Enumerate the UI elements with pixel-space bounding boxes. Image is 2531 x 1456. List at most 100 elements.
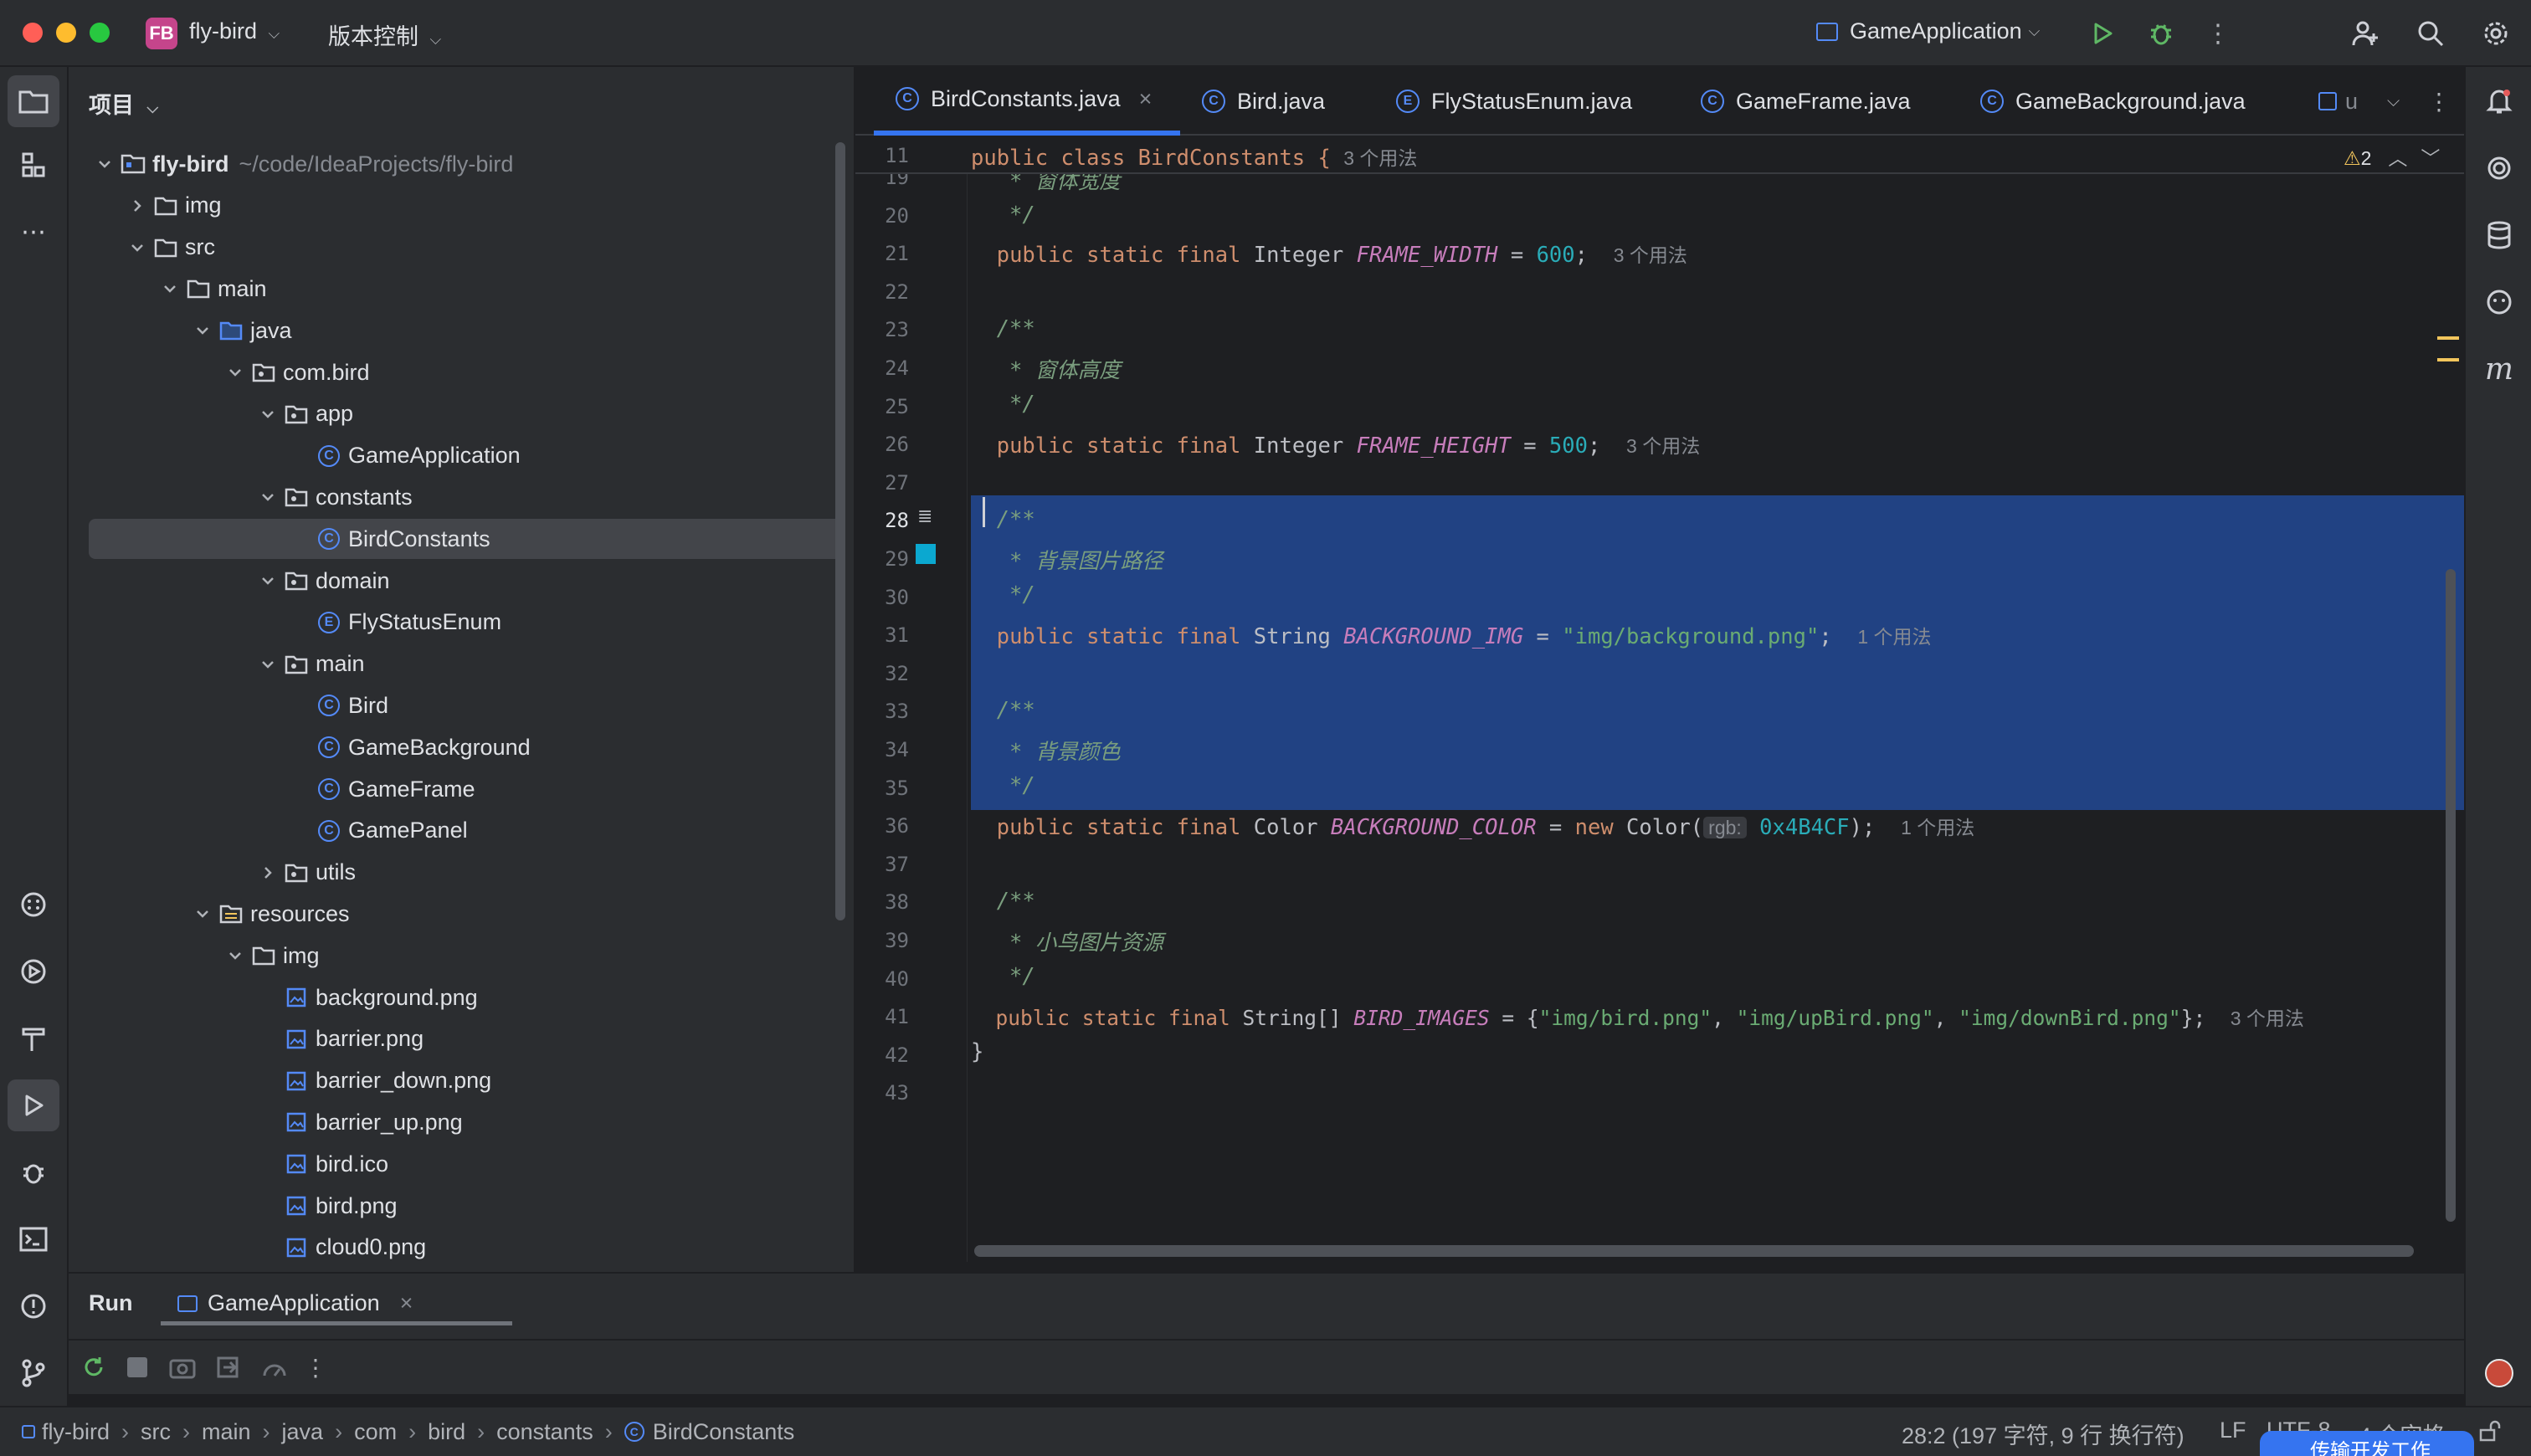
window-close-button[interactable] — [23, 23, 43, 43]
services-tool-button[interactable] — [8, 879, 59, 931]
project-switcher[interactable]: fly-bird ⌵ — [189, 18, 280, 44]
tree-item-main[interactable]: main — [89, 269, 842, 309]
tree-item-java[interactable]: java — [89, 310, 842, 351]
tree-item-barrier-up-png[interactable]: barrier_up.png — [89, 1102, 842, 1142]
scrollbar[interactable] — [835, 142, 845, 920]
screenshot-button[interactable] — [166, 1351, 199, 1384]
tree-item-res-img[interactable]: img — [89, 936, 842, 976]
chevron-down-icon[interactable] — [255, 568, 280, 593]
code-area[interactable]: * 窗体宽度 */ public static final Integer FR… — [855, 174, 2462, 1228]
tree-item-resources[interactable]: resources — [89, 894, 842, 934]
debug-button[interactable] — [2144, 17, 2178, 50]
tree-item-birdconstants[interactable]: C BirdConstants — [89, 519, 842, 560]
run-more-button[interactable]: ⋮ — [303, 1351, 328, 1384]
chevron-down-icon[interactable] — [255, 484, 280, 510]
tree-item-gamebackground[interactable]: C GameBackground — [89, 727, 842, 767]
tree-item-bird-png[interactable]: bird.png — [89, 1186, 842, 1226]
build-tool-button[interactable] — [8, 1013, 59, 1064]
tree-item-app[interactable]: app — [89, 394, 842, 434]
breadcrumb-item[interactable]: com — [354, 1419, 397, 1445]
notification-balloon[interactable]: 传输开发工作 — [2260, 1431, 2474, 1456]
run-dashboard-button[interactable] — [8, 946, 59, 997]
tree-item-flystatusenum[interactable]: E FlyStatusEnum — [89, 602, 842, 643]
structure-tool-button[interactable] — [8, 139, 59, 191]
tree-item-main-pkg[interactable]: main — [89, 644, 842, 684]
readonly-toggle[interactable] — [2477, 1419, 2503, 1444]
stop-button[interactable] — [121, 1351, 154, 1384]
database-button[interactable] — [2473, 209, 2525, 261]
avatar-button[interactable] — [2473, 1347, 2525, 1399]
tab-birdconstants[interactable]: C BirdConstants.java × — [874, 67, 1180, 136]
chevron-down-icon[interactable] — [92, 151, 117, 177]
breadcrumb-item[interactable]: fly-bird — [42, 1419, 110, 1445]
breadcrumb-item[interactable]: main — [202, 1419, 251, 1445]
more-actions-button[interactable]: ⋮ — [2201, 17, 2235, 50]
window-minimize-button[interactable] — [56, 23, 76, 43]
sticky-line[interactable]: 11 public class BirdConstants { 3 个用法 ⚠2… — [855, 137, 2464, 174]
tree-item-domain[interactable]: domain — [89, 561, 842, 601]
tree-item-barrier-down-png[interactable]: barrier_down.png — [89, 1061, 842, 1101]
warning-stripe-marker[interactable] — [2437, 358, 2459, 361]
close-icon[interactable]: × — [1139, 86, 1153, 112]
tree-item-img[interactable]: img — [89, 186, 842, 226]
settings-button[interactable] — [2479, 17, 2513, 50]
chevron-down-icon[interactable] — [190, 901, 215, 926]
tab-overflow[interactable]: u — [2298, 67, 2374, 136]
tab-options-button[interactable]: ⋮ — [2427, 67, 2452, 136]
run-config-selector[interactable]: GameApplication ⌵ — [1816, 18, 2040, 44]
tree-item-utils[interactable]: utils — [89, 853, 842, 893]
tree-item-gamepanel[interactable]: C GamePanel — [89, 811, 842, 851]
project-view-selector[interactable]: 项目 ⌵ — [89, 87, 158, 120]
inspection-widget[interactable]: ⚠2 ︿ ﹀ — [2344, 142, 2440, 171]
debug-tool-button[interactable] — [8, 1146, 59, 1198]
chevron-down-icon[interactable] — [223, 943, 248, 968]
tree-item-com-bird[interactable]: com.bird — [89, 352, 842, 392]
vcs-menu[interactable]: 版本控制 ⌵ — [328, 18, 441, 51]
chevron-down-icon[interactable] — [157, 276, 182, 301]
tree-item-gameapplication[interactable]: C GameApplication — [89, 436, 842, 476]
chevron-right-icon[interactable] — [255, 860, 280, 885]
run-tool-button[interactable] — [8, 1079, 59, 1131]
chevron-right-icon[interactable] — [125, 193, 150, 218]
ai-assistant-button[interactable] — [2473, 142, 2525, 194]
git-tool-button[interactable] — [8, 1347, 59, 1399]
tab-list-button[interactable]: ⌵ — [2387, 67, 2421, 136]
breadcrumb-item[interactable]: java — [282, 1419, 324, 1445]
chevron-down-icon[interactable] — [223, 360, 248, 385]
caret-position[interactable]: 28:2 (197 字符, 9 行 换行符) — [1902, 1418, 2184, 1450]
line-separator[interactable]: LF — [2220, 1418, 2246, 1443]
tree-item-gameframe[interactable]: C GameFrame — [89, 769, 842, 809]
problems-tool-button[interactable] — [8, 1280, 59, 1332]
horizontal-scrollbar[interactable] — [974, 1245, 2414, 1257]
run-tab-gameapplication[interactable]: GameApplication × — [161, 1285, 512, 1325]
console-area[interactable] — [69, 1394, 2464, 1406]
search-button[interactable] — [2414, 17, 2447, 50]
copilot-button[interactable] — [2473, 276, 2525, 328]
rerun-button[interactable] — [77, 1351, 110, 1384]
vertical-scrollbar[interactable] — [2446, 569, 2456, 1222]
tab-gamebackground[interactable]: C GameBackground.java — [1960, 67, 2295, 136]
profiler-button[interactable] — [258, 1351, 291, 1384]
tree-item-background-png[interactable]: background.png — [89, 977, 842, 1018]
tab-gameframe[interactable]: C GameFrame.java — [1687, 67, 1960, 136]
more-tools-button[interactable]: ⋯ — [8, 206, 59, 258]
terminal-tool-button[interactable] — [8, 1213, 59, 1265]
maven-button[interactable]: m — [2473, 343, 2525, 395]
breadcrumb-item[interactable]: src — [141, 1419, 171, 1445]
tab-flystatusenum[interactable]: E FlyStatusEnum.java — [1384, 67, 1687, 136]
project-badge[interactable]: FB — [146, 18, 177, 49]
chevron-down-icon[interactable] — [190, 318, 215, 343]
tree-item-cloud0-png[interactable]: cloud0.png — [89, 1228, 842, 1265]
run-button[interactable] — [2086, 17, 2119, 50]
chevron-up-icon[interactable]: ︿ — [2388, 147, 2407, 169]
project-tool-button[interactable] — [8, 75, 59, 127]
tree-item-bird-ico[interactable]: bird.ico — [89, 1144, 842, 1184]
tree-item-root[interactable]: fly-bird ~/code/IdeaProjects/fly-bird — [89, 144, 842, 184]
tree-item-bird[interactable]: C Bird — [89, 685, 842, 725]
window-maximize-button[interactable] — [90, 23, 110, 43]
account-button[interactable] — [2349, 17, 2382, 50]
tab-bird[interactable]: C Bird.java — [1180, 67, 1384, 136]
notifications-button[interactable] — [2473, 75, 2525, 127]
chevron-down-icon[interactable] — [255, 402, 280, 427]
warning-stripe-marker[interactable] — [2437, 336, 2459, 340]
